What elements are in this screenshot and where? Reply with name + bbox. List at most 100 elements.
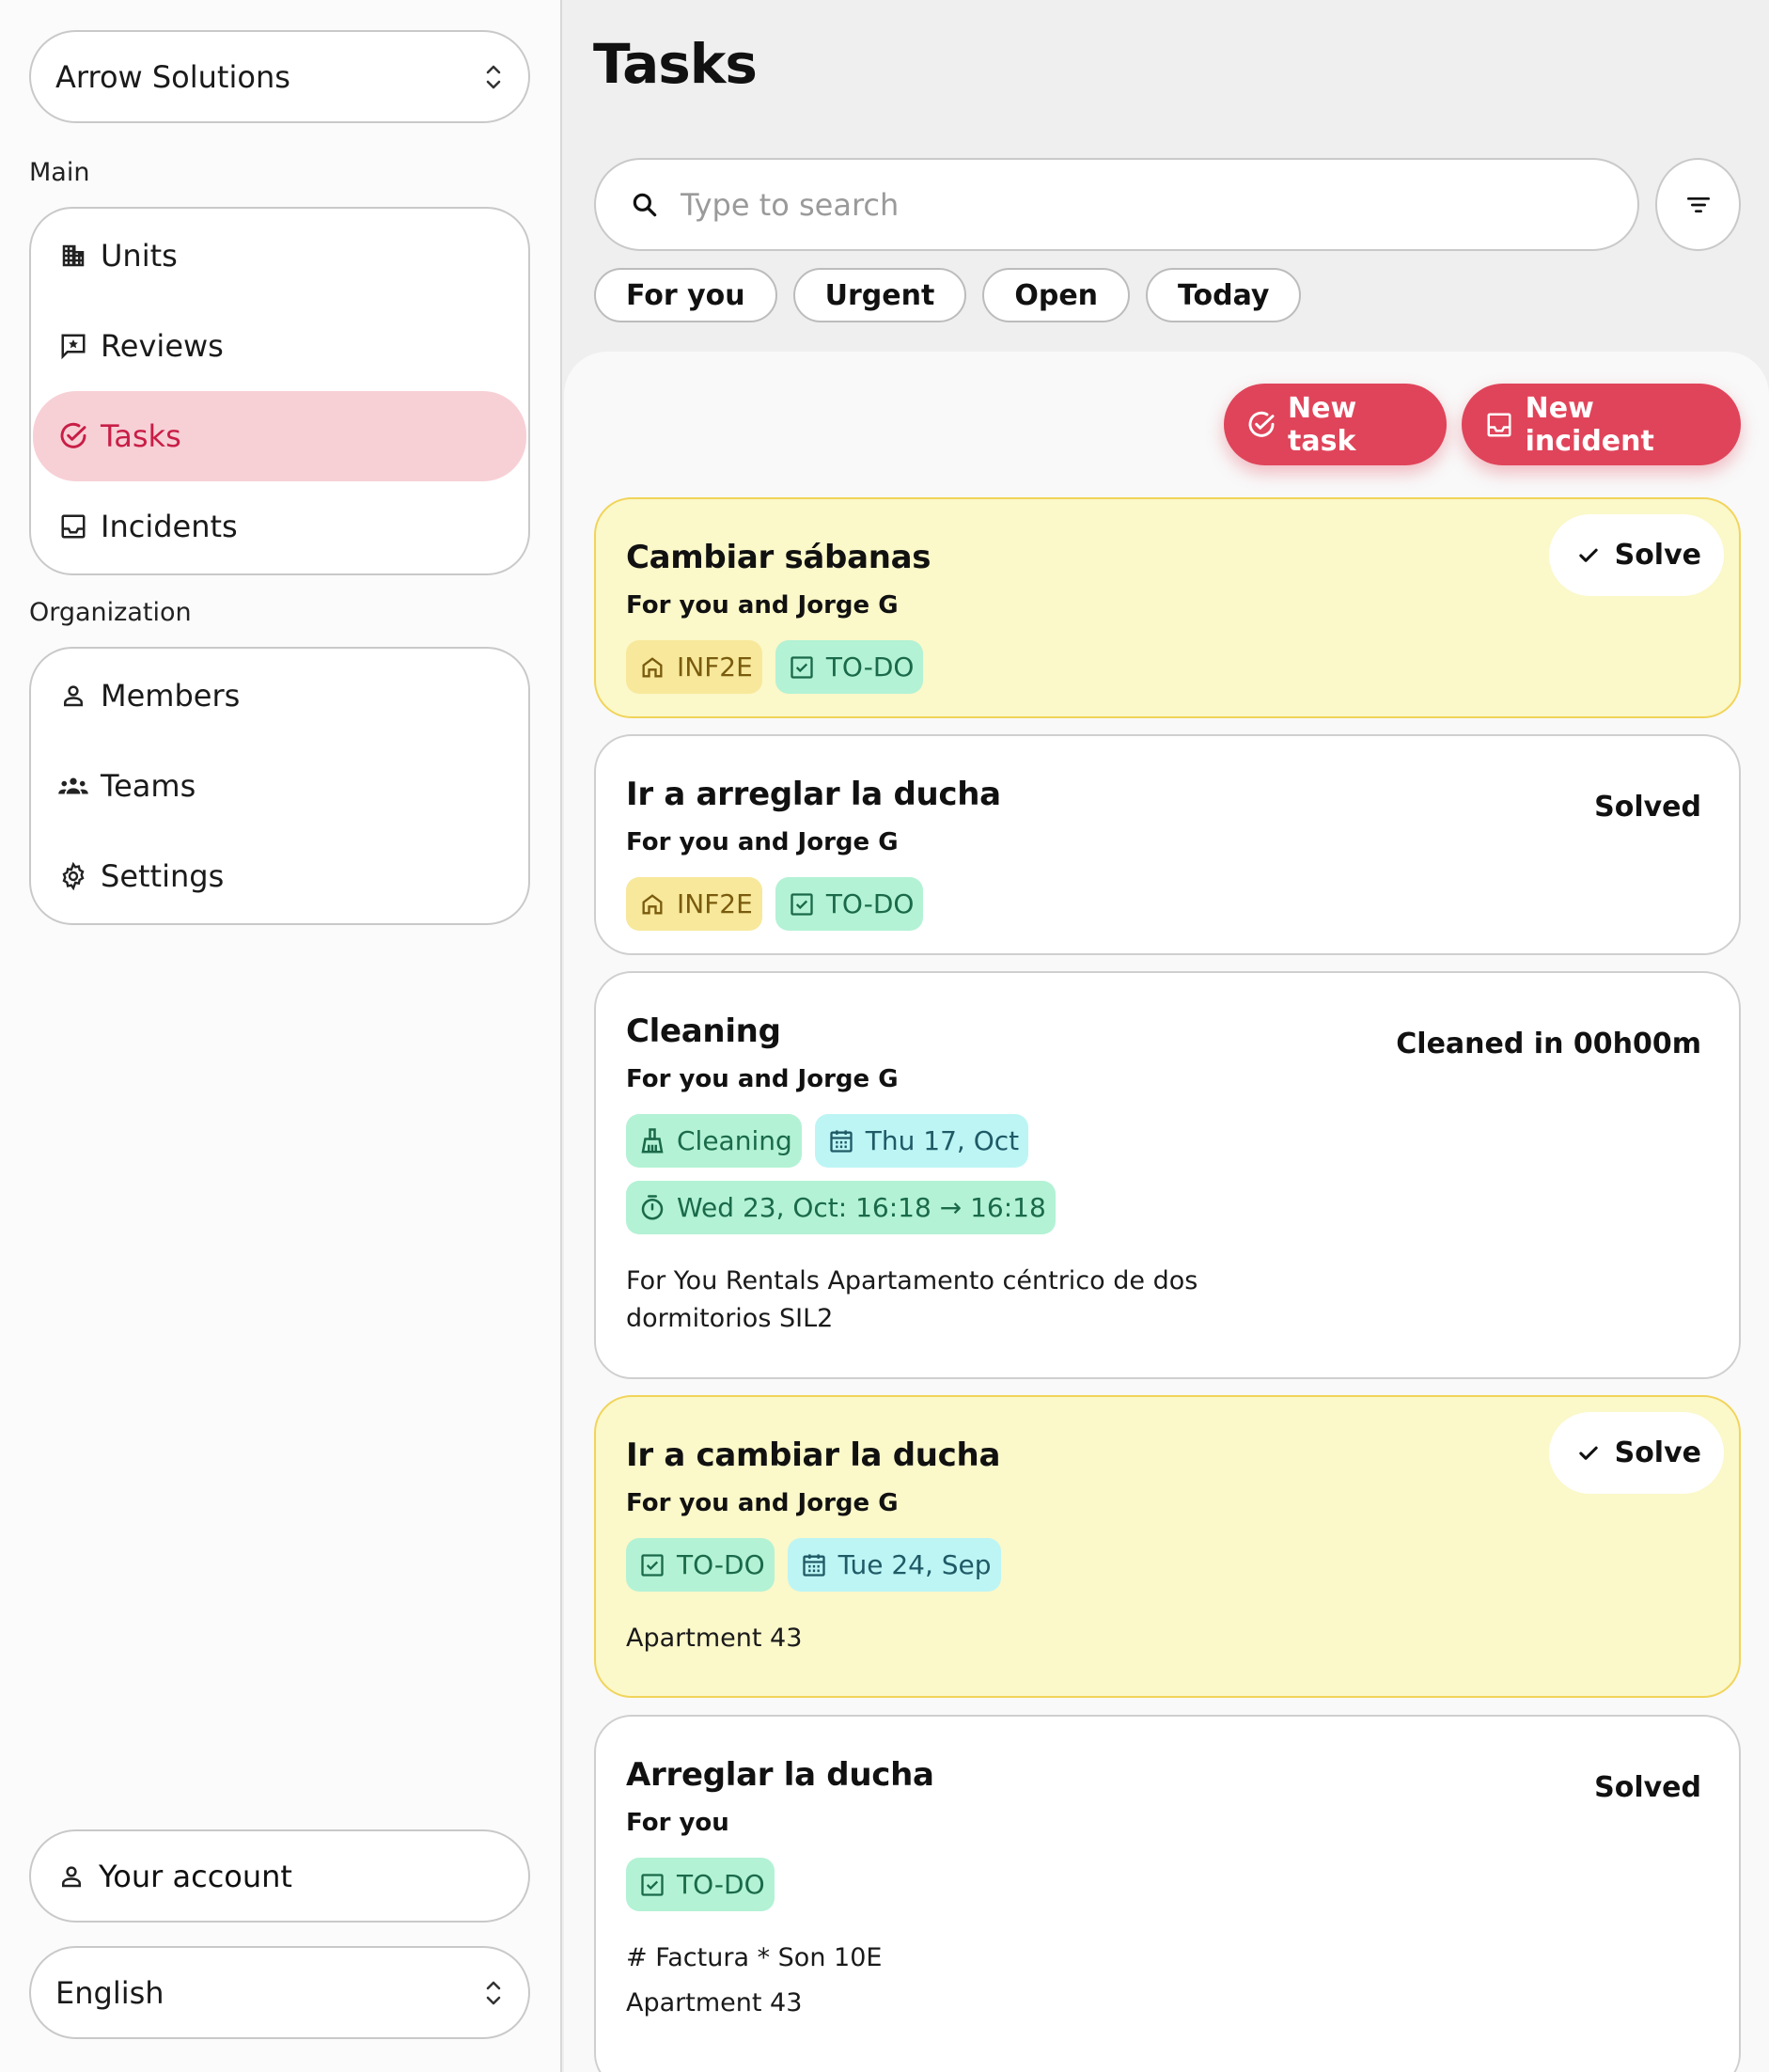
home-icon (637, 889, 667, 919)
language-select[interactable]: English (29, 1946, 530, 2039)
task-title: Ir a cambiar la ducha (626, 1436, 1001, 1474)
date-tag: Thu 17, Oct (814, 1114, 1029, 1168)
sidebar-item-settings[interactable]: Settings (33, 831, 526, 921)
filter-chip-open[interactable]: Open (982, 268, 1131, 322)
search-bar[interactable] (594, 158, 1639, 251)
quick-filters: For you Urgent Open Today (594, 268, 1302, 322)
page-title: Tasks (593, 32, 758, 96)
task-tags: TO-DO (626, 1858, 1709, 1911)
tag-label: INF2E (677, 888, 753, 919)
task-card[interactable]: Arreglar la ducha For you TO-DO # Factur… (594, 1715, 1741, 2072)
tag-label: TO-DO (825, 651, 915, 683)
task-tags: Cleaning Thu 17, Oct (626, 1114, 1709, 1168)
task-assignee: For you and Jorge G (626, 591, 899, 620)
sidebar-item-reviews[interactable]: Reviews (33, 301, 526, 391)
description-line: dormitorios SIL2 (626, 1304, 834, 1333)
filter-chip-today[interactable]: Today (1146, 268, 1302, 322)
filter-chip-for-you[interactable]: For you (594, 268, 777, 322)
sidebar-item-label: Settings (101, 858, 225, 894)
sidebar-item-units[interactable]: Units (33, 211, 526, 301)
description-line: # Factura * Son 10E (626, 1943, 883, 1972)
status-tag: TO-DO (626, 1858, 775, 1911)
solve-label: Solve (1614, 539, 1701, 572)
task-card[interactable]: Cambiar sábanas For you and Jorge G INF2… (594, 497, 1741, 718)
gear-icon (57, 860, 89, 892)
task-status: Cleaned in 00h00m (1396, 1028, 1701, 1060)
filter-chip-urgent[interactable]: Urgent (792, 268, 967, 322)
calendar-icon (826, 1126, 856, 1156)
description-line: Apartment 43 (626, 1624, 803, 1653)
new-task-button[interactable]: New task (1224, 384, 1447, 465)
task-tags: INF2E TO-DO (626, 877, 1709, 931)
tag-label: INF2E (677, 651, 753, 683)
solve-button[interactable]: Solve (1548, 514, 1724, 596)
solve-button[interactable]: Solve (1548, 1412, 1724, 1494)
description-line: For You Rentals Apartamento céntrico de … (626, 1266, 1198, 1295)
task-tags: INF2E TO-DO (626, 640, 1709, 694)
organization-select[interactable]: Arrow Solutions (29, 30, 530, 123)
organization-name: Arrow Solutions (55, 58, 290, 95)
sidebar-item-teams[interactable]: Teams (33, 741, 526, 831)
tag-label: Thu 17, Oct (865, 1125, 1020, 1156)
task-card[interactable]: Ir a cambiar la ducha For you and Jorge … (594, 1395, 1741, 1698)
task-description: Apartment 43 (626, 1620, 1709, 1657)
task-status: Solved (1594, 1771, 1701, 1804)
search-icon (633, 193, 657, 216)
inbox-icon (1484, 409, 1514, 441)
status-tag: TO-DO (775, 640, 924, 694)
sidebar-item-incidents[interactable]: Incidents (33, 481, 526, 572)
home-icon (637, 652, 667, 683)
task-card[interactable]: Ir a arreglar la ducha For you and Jorge… (594, 734, 1741, 955)
sidebar: Arrow Solutions Main Units Reviews Tasks (0, 0, 562, 2072)
team-icon (57, 770, 89, 802)
task-card[interactable]: Cleaning For you and Jorge G Cleaning Th… (594, 971, 1741, 1379)
task-status: Solved (1594, 791, 1701, 824)
check-icon (1578, 1446, 1598, 1460)
user-icon (57, 680, 89, 712)
search-input[interactable] (681, 186, 1604, 223)
task-description: For You Rentals Apartamento céntrico de … (626, 1263, 1709, 1338)
new-incident-label: New incident (1525, 391, 1654, 458)
chevron-updown-icon (486, 65, 501, 88)
sidebar-item-members[interactable]: Members (33, 651, 526, 741)
your-account-label: Your account (99, 1858, 292, 1894)
task-assignee: For you and Jorge G (626, 1489, 899, 1517)
filter-button[interactable] (1655, 158, 1741, 251)
chevron-updown-icon (486, 1981, 501, 2004)
sidebar-item-label: Reviews (101, 328, 224, 364)
checkbox-icon (637, 1870, 667, 1900)
language-value: English (55, 1974, 164, 2011)
check-circle-icon (57, 420, 89, 452)
description-line: Apartment 43 (626, 1988, 803, 2017)
calendar-icon (799, 1550, 829, 1580)
task-title: Arreglar la ducha (626, 1756, 934, 1794)
sidebar-item-label: Tasks (101, 418, 181, 454)
status-tag: TO-DO (775, 877, 924, 931)
new-incident-button[interactable]: New incident (1462, 384, 1741, 465)
filter-icon (1686, 196, 1710, 212)
sidebar-item-label: Units (101, 238, 178, 274)
your-account-button[interactable]: Your account (29, 1829, 530, 1923)
main-section-title: Main (29, 158, 90, 187)
date-tag: Tue 24, Sep (787, 1538, 1001, 1592)
main-nav: Units Reviews Tasks Incidents (29, 207, 530, 575)
tag-label: TO-DO (677, 1869, 765, 1900)
tag-label: TO-DO (677, 1549, 765, 1580)
time-range-tag: Wed 23, Oct: 16:18 → 16:18 (626, 1181, 1056, 1234)
task-assignee: For you and Jorge G (626, 828, 899, 856)
sidebar-item-tasks[interactable]: Tasks (33, 391, 526, 481)
unit-tag: INF2E (626, 640, 762, 694)
cleaning-tag: Cleaning (626, 1114, 802, 1168)
check-circle-icon (1246, 409, 1276, 441)
sidebar-item-label: Incidents (101, 509, 238, 544)
task-assignee: For you and Jorge G (626, 1065, 899, 1093)
task-title: Ir a arreglar la ducha (626, 776, 1001, 813)
organization-nav: Members Teams Settings (29, 647, 530, 925)
task-title: Cambiar sábanas (626, 539, 931, 576)
task-assignee: For you (626, 1809, 729, 1837)
user-icon (55, 1860, 87, 1892)
tag-label: Tue 24, Sep (838, 1549, 992, 1580)
organization-section-title: Organization (29, 598, 192, 627)
check-icon (1578, 548, 1598, 562)
status-tag: TO-DO (626, 1538, 775, 1592)
